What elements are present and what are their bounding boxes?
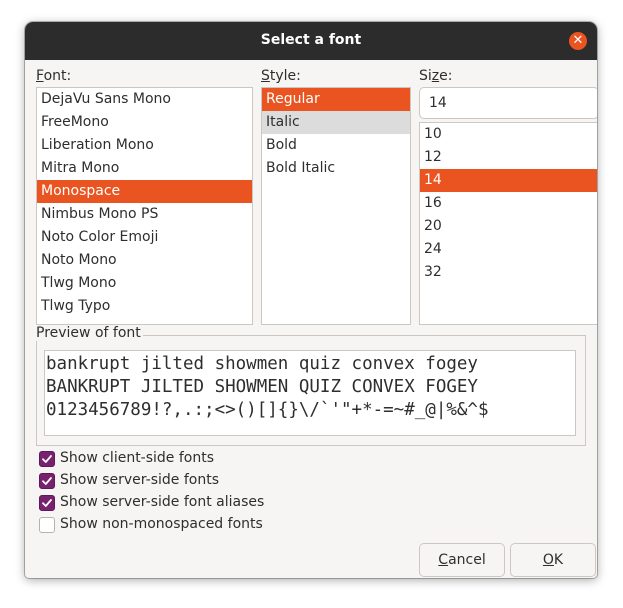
title-bar[interactable]: Select a font ✕ [25, 22, 597, 60]
font-family-list-item[interactable]: Noto Color Emoji [37, 226, 252, 249]
size-label: Size: [419, 68, 453, 84]
dialog-title: Select a font [260, 32, 362, 48]
font-family-list[interactable]: DejaVu Sans Mono FreeMono Liberation Mono M… [36, 87, 253, 325]
font-style-list-item[interactable]: Italic [262, 111, 410, 134]
font-size-list-item[interactable]: 16 [420, 192, 597, 215]
font-size-list-item[interactable]: 14 [420, 169, 597, 192]
font-family-list-item[interactable]: Liberation Mono [37, 134, 252, 157]
preview-line-symbols: 0123456789!?,.:;<>()[]{}\/`'"+*-=~#_@|%&… [46, 400, 489, 420]
close-button[interactable]: ✕ [569, 32, 587, 50]
cancel-button[interactable]: Cancel [419, 543, 505, 577]
checkbox-checked-icon[interactable] [39, 473, 55, 489]
checkbox-checked-icon[interactable] [39, 495, 55, 511]
font-size-list[interactable]: 10 12 14 16 20 24 32 [419, 122, 597, 325]
checkbox-unchecked-icon[interactable] [39, 517, 55, 533]
font-style-list-item[interactable]: Regular [262, 88, 410, 111]
style-label: Style: [261, 68, 301, 84]
option-label: Show server-side fonts [60, 472, 219, 488]
preview-text-area[interactable]: bankrupt jilted showmen quiz convex foge… [44, 350, 576, 436]
font-family-list-item[interactable]: Noto Mono [37, 249, 252, 272]
font-style-list-item[interactable]: Bold Italic [262, 157, 410, 180]
preview-label: Preview of font [36, 325, 143, 341]
font-label: Font: [36, 68, 72, 84]
font-size-list-item[interactable]: 20 [420, 215, 597, 238]
preview-line-uppercase: BANKRUPT JILTED SHOWMEN QUIZ CONVEX FOGE… [46, 377, 478, 397]
option-label: Show server-side font aliases [60, 494, 265, 510]
font-family-list-item[interactable]: Tlwg Typo [37, 295, 252, 318]
font-style-list[interactable]: Regular Italic Bold Bold Italic [261, 87, 411, 325]
font-family-list-item[interactable]: Monospace [37, 180, 252, 203]
close-icon: ✕ [572, 33, 584, 48]
preview-line-lowercase: bankrupt jilted showmen quiz convex foge… [46, 354, 478, 374]
font-family-list-item[interactable]: FreeMono [37, 111, 252, 134]
font-size-list-item[interactable]: 10 [420, 123, 597, 146]
ok-button[interactable]: OK [510, 543, 596, 577]
font-size-list-item[interactable]: 12 [420, 146, 597, 169]
font-size-list-item[interactable]: 24 [420, 238, 597, 261]
font-chooser-dialog: Select a font ✕ Font: DejaVu Sans Mono Fr… [25, 22, 597, 578]
checkbox-checked-icon[interactable] [39, 451, 55, 467]
font-size-list-item[interactable]: 32 [420, 261, 597, 284]
font-family-list-item[interactable]: Nimbus Mono PS [37, 203, 252, 226]
option-label: Show non-monospaced fonts [60, 516, 263, 532]
option-label: Show client-side fonts [60, 450, 215, 466]
font-family-list-item[interactable]: Mitra Mono [37, 157, 252, 180]
font-style-list-item[interactable]: Bold [262, 134, 410, 157]
font-family-list-item[interactable]: Tlwg Mono [37, 272, 252, 295]
font-family-list-item[interactable]: DejaVu Sans Mono [37, 88, 252, 111]
size-input[interactable]: 14 [419, 87, 597, 119]
